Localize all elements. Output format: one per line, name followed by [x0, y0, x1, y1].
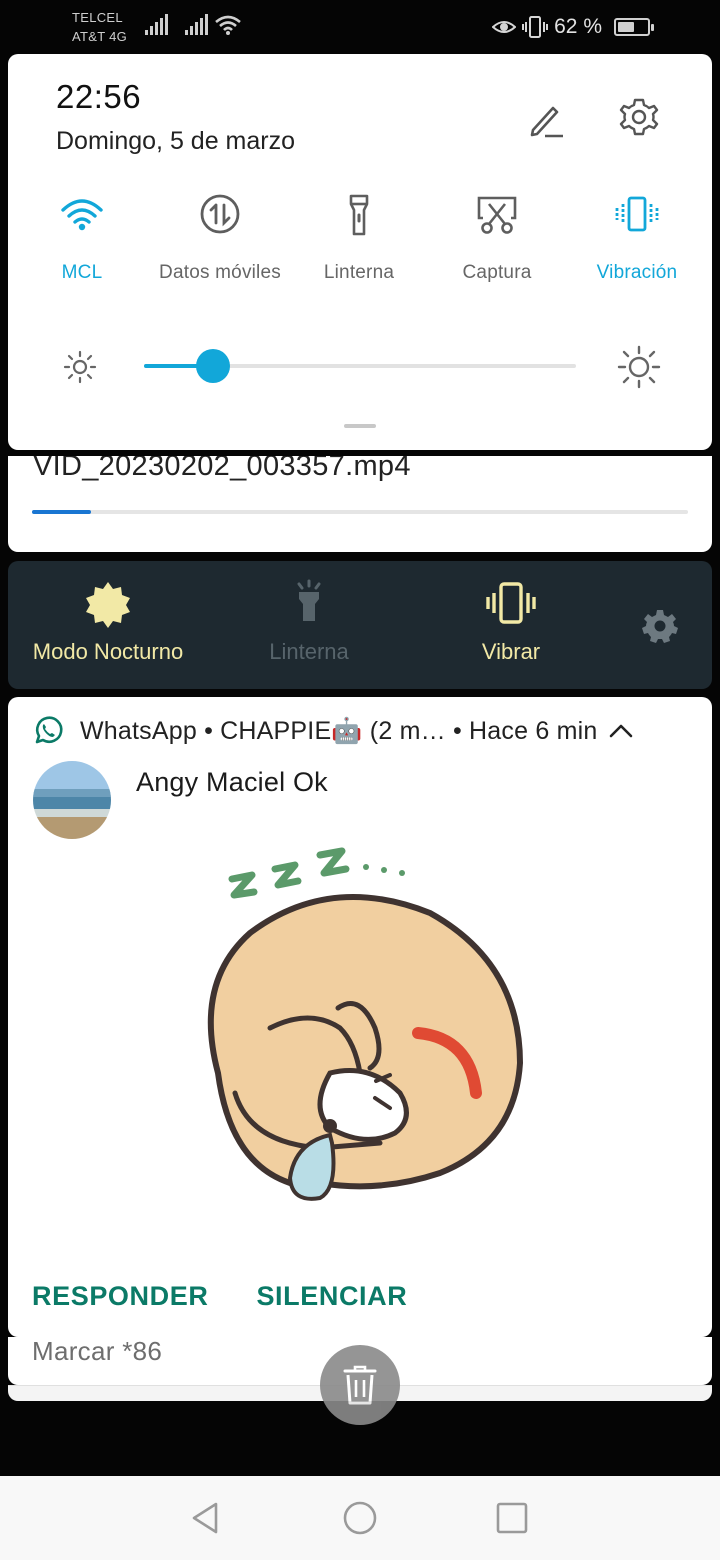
- notification-actions: RESPONDER SILENCIAR: [32, 1281, 407, 1312]
- clear-all-button[interactable]: [320, 1345, 400, 1425]
- flashlight-icon: [297, 579, 321, 621]
- settings-gear-icon[interactable]: [617, 96, 661, 140]
- brightness-slider[interactable]: [144, 349, 576, 383]
- stacked-notification-text: Marcar *86: [32, 1336, 163, 1366]
- shortcut-label: Vibrar: [481, 639, 541, 664]
- edit-icon[interactable]: [523, 98, 565, 140]
- screenshot-icon: [477, 196, 517, 234]
- file-progress-bar: [32, 510, 688, 514]
- clock-time: 22:56: [56, 78, 142, 115]
- tile-label: Vibración: [596, 262, 678, 283]
- quick-settings-panel: 22:56 Domingo, 5 de marzo MCL Datos móvi…: [8, 54, 712, 450]
- battery-level: [618, 22, 634, 32]
- sleeping-dog-sticker: [207, 847, 524, 1201]
- shortcut-label: Modo Nocturno: [32, 639, 184, 664]
- signal-icon: [145, 14, 168, 35]
- trash-icon: [343, 1365, 377, 1405]
- shortcut-vibrate[interactable]: Vibrar: [426, 579, 596, 665]
- vibrate-icon: [522, 16, 549, 38]
- shortcut-night-mode[interactable]: Modo Nocturno: [24, 579, 192, 665]
- flashlight-icon: [349, 194, 369, 236]
- carrier-info: TELCEL AT&T 4G: [72, 8, 127, 46]
- tile-screenshot[interactable]: Captura: [427, 192, 567, 284]
- tile-label: Datos móviles: [159, 262, 281, 283]
- tile-wifi[interactable]: MCL: [12, 192, 152, 284]
- tile-flashlight[interactable]: Linterna: [289, 192, 429, 284]
- vibrate-icon: [486, 582, 536, 624]
- brightness-slider-thumb[interactable]: [196, 349, 231, 383]
- battery-percent: 62 %: [554, 15, 602, 38]
- tile-label: Linterna: [323, 262, 395, 283]
- shortcut-notification: Modo Nocturno Linterna Vibrar: [8, 561, 712, 689]
- mobile-data-icon: [200, 194, 240, 234]
- notification-header[interactable]: WhatsApp • CHAPPIE🤖 (2 m… • Hace 6 min: [32, 713, 692, 749]
- file-name: VID_20230202_003357.mp4: [33, 456, 411, 482]
- shortcut-label: Linterna: [269, 639, 349, 664]
- whatsapp-notification[interactable]: WhatsApp • CHAPPIE🤖 (2 m… • Hace 6 min A…: [8, 697, 712, 1337]
- tile-vibration[interactable]: Vibración: [567, 192, 707, 284]
- brightness-low-icon: [63, 350, 97, 384]
- reply-button[interactable]: RESPONDER: [32, 1281, 208, 1312]
- clock-date: Domingo, 5 de marzo: [56, 127, 296, 155]
- tile-label: MCL: [61, 262, 103, 283]
- shortcut-flashlight[interactable]: Linterna: [224, 579, 394, 665]
- wifi-icon: [215, 15, 241, 35]
- home-icon[interactable]: [342, 1500, 378, 1536]
- avatar: [33, 761, 111, 839]
- battery-icon: [614, 18, 654, 36]
- tile-label: Captura: [462, 262, 532, 283]
- mute-button[interactable]: SILENCIAR: [256, 1281, 407, 1312]
- recents-icon[interactable]: [494, 1500, 530, 1536]
- back-icon[interactable]: [188, 1500, 224, 1536]
- eye-icon: [492, 21, 517, 33]
- tile-mobile-data[interactable]: Datos móviles: [150, 192, 290, 284]
- sender-name: Angy Maciel Ok: [136, 767, 328, 797]
- status-bar: TELCEL AT&T 4G 62 %: [0, 0, 720, 54]
- carrier-line-2: AT&T 4G: [72, 29, 128, 44]
- chevron-up-icon[interactable]: [608, 718, 634, 744]
- file-transfer-notification[interactable]: VID_20230202_003357.mp4: [8, 456, 712, 552]
- signal-icon: [185, 14, 208, 35]
- file-progress-fill: [32, 510, 92, 514]
- wifi-icon: [61, 199, 103, 231]
- vibrate-icon: [615, 196, 659, 232]
- brightness-high-icon: [617, 345, 661, 389]
- notification-header-text: WhatsApp • CHAPPIE🤖 (2 m… • Hace 6 min: [80, 716, 598, 745]
- carrier-line-1: TELCEL: [72, 10, 123, 25]
- whatsapp-logo-icon: [35, 716, 63, 744]
- panel-drag-handle[interactable]: [344, 424, 376, 428]
- night-mode-icon: [86, 582, 130, 628]
- settings-gear-icon[interactable]: [642, 608, 678, 644]
- navigation-bar: [0, 1476, 720, 1560]
